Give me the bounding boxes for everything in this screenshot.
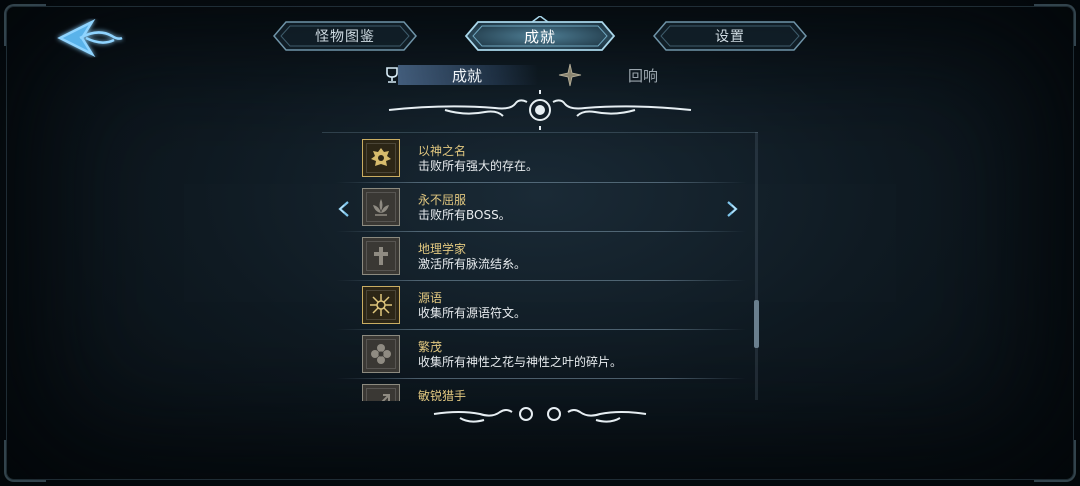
achievement-title: 敏锐猎手 [418, 389, 467, 401]
row-divider [336, 182, 746, 183]
achievement-row[interactable]: 地理学家 激活所有脉流结糸。 [336, 233, 746, 281]
row-divider [336, 231, 746, 232]
frame-corner [4, 440, 46, 482]
trophy-icon [386, 67, 398, 83]
achievement-icon-frame [362, 286, 400, 324]
sun-rune-icon [370, 294, 392, 316]
hunter-icon [381, 394, 390, 401]
achievement-row[interactable]: 源语 收集所有源语符文。 [336, 282, 746, 330]
frame-corner [4, 4, 46, 46]
achievement-icon-frame [362, 384, 400, 401]
subtab-achievements[interactable]: 成就 [382, 62, 538, 88]
lotus-icon [373, 199, 389, 216]
achievement-icon-frame [362, 335, 400, 373]
achievement-row[interactable]: 永不屈服 击败所有BOSS。 [336, 184, 746, 232]
flower-icon [371, 344, 391, 364]
achievement-desc: 收集所有神性之花与神性之叶的碎片。 [418, 355, 623, 369]
echo-star-icon [558, 63, 582, 87]
achievement-icon-frame [362, 139, 400, 177]
achievement-row[interactable]: 以神之名 击败所有强大的存在。 [336, 135, 746, 183]
pylon-icon [374, 247, 388, 265]
achievement-desc: 击败所有BOSS。 [418, 208, 511, 222]
achievement-desc: 激活所有脉流结糸。 [418, 257, 527, 271]
achievement-icon-frame [362, 188, 400, 226]
achievement-row[interactable]: 繁茂 收集所有神性之花与神性之叶的碎片。 [336, 331, 746, 379]
achievement-row[interactable]: 敏锐猎手 [346, 380, 726, 401]
tab-bestiary[interactable]: 怪物图鉴 [272, 20, 418, 52]
ornament-divider-top [388, 90, 692, 130]
tab-label: 成就 [523, 27, 556, 46]
tab-achievements[interactable]: 成就 [462, 16, 618, 56]
achievement-desc: 击败所有强大的存在。 [418, 159, 539, 173]
row-divider [336, 378, 746, 379]
back-arrow-icon [57, 18, 123, 58]
ornament-divider-bottom [433, 407, 647, 423]
back-button[interactable] [52, 16, 126, 60]
row-divider [336, 329, 746, 330]
frame-corner [1034, 4, 1076, 46]
scrollbar-track[interactable] [755, 132, 758, 400]
tab-label: 怪物图鉴 [315, 29, 375, 45]
row-divider [336, 280, 746, 281]
achievement-icon-frame [362, 237, 400, 275]
subtab-echo[interactable]: 回响 [558, 62, 668, 88]
achievement-desc: 收集所有源语符文。 [418, 306, 527, 320]
frame-corner [1034, 440, 1076, 482]
achievement-list[interactable]: 以神之名 击败所有强大的存在。 永不屈服 击败所有BOSS。 地理学家 激活所有… [322, 132, 758, 401]
scrollbar-thumb[interactable] [754, 300, 759, 348]
subtab-label: 成就 [452, 66, 483, 85]
subtab-label: 回响 [628, 66, 659, 85]
lion-crest-icon [371, 148, 391, 166]
tab-settings[interactable]: 设置 [652, 20, 808, 52]
tab-label: 设置 [715, 29, 745, 45]
